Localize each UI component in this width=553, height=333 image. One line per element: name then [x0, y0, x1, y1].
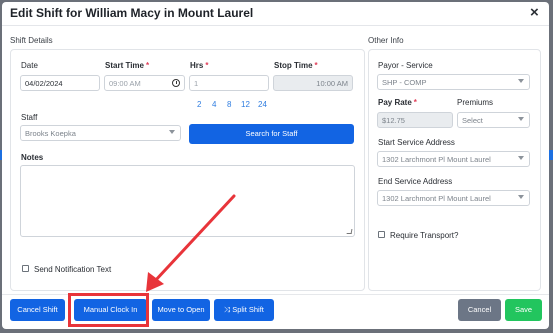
annotation-arrow [146, 194, 236, 292]
